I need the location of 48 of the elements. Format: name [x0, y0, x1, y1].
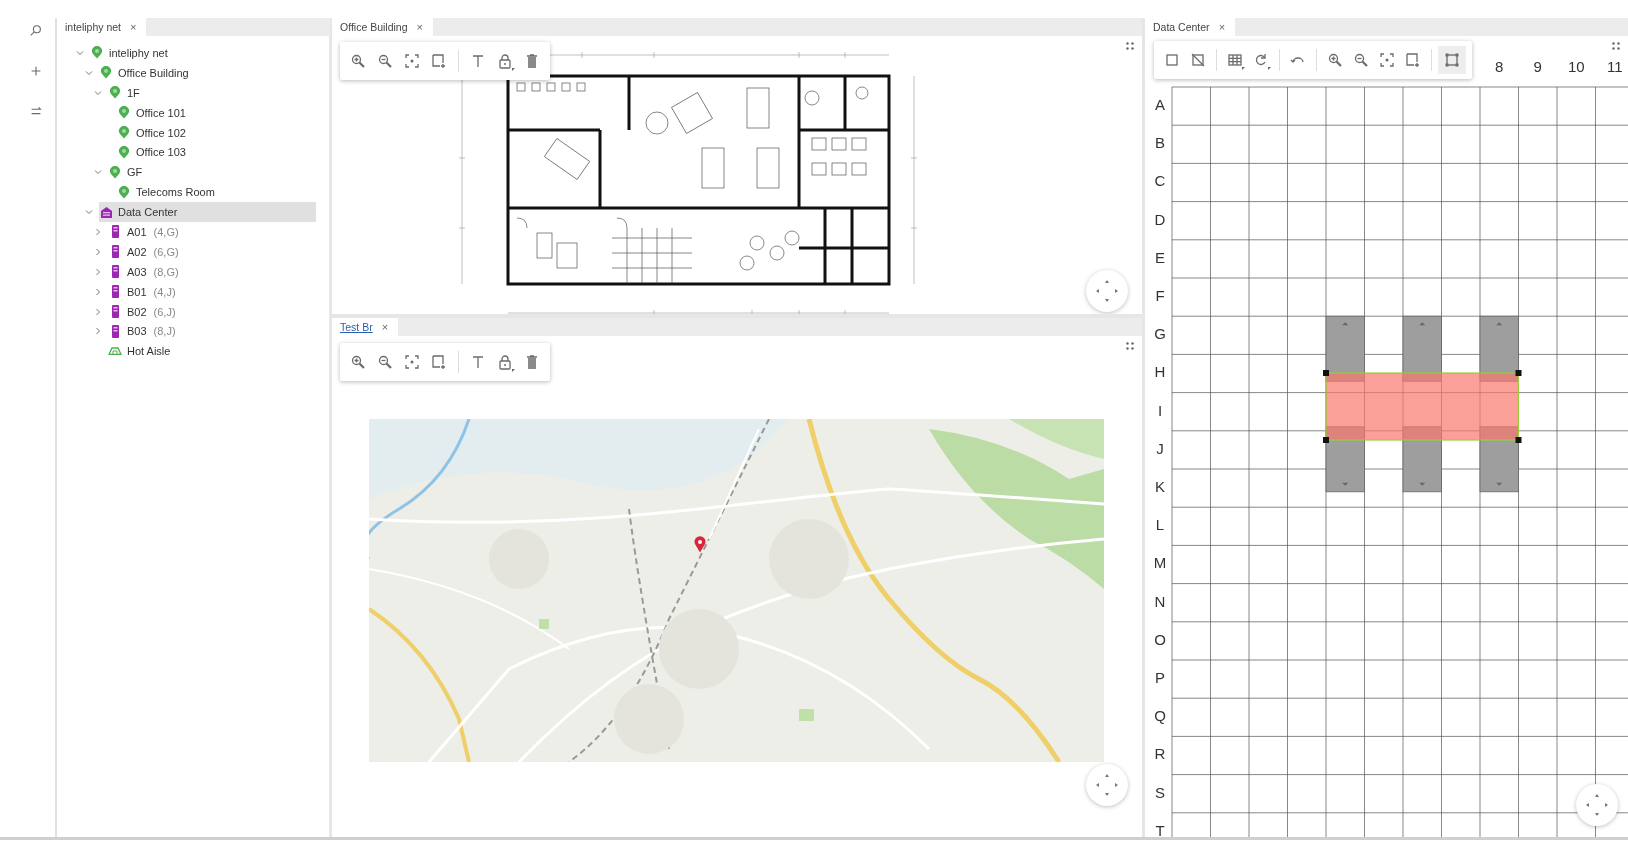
row-label: C	[1154, 172, 1166, 190]
tree-item[interactable]: inteliphy net	[90, 43, 316, 63]
tree-item[interactable]: B01 (4,J)	[108, 281, 316, 302]
row-label: J	[1156, 439, 1164, 457]
tree-item[interactable]: A01 (4,G)	[108, 222, 316, 242]
tree-item[interactable]: Office 101	[117, 102, 316, 123]
row-label: A	[1155, 96, 1165, 113]
close-tab-icon[interactable]: ×	[416, 21, 423, 33]
row-label: M	[1153, 554, 1167, 572]
row-label: F	[1155, 287, 1165, 304]
row-label: R	[1154, 745, 1166, 763]
tree-item[interactable]: Office 103	[117, 142, 316, 163]
row-label: L	[1155, 516, 1165, 534]
tab[interactable]: Office Building ×	[332, 18, 433, 36]
row-label: Q	[1154, 707, 1166, 725]
tree-item[interactable]: GF	[108, 162, 316, 183]
row-label: S	[1155, 783, 1165, 801]
column-label: 11	[1606, 58, 1623, 75]
close-tab-icon[interactable]: ×	[381, 321, 389, 333]
row-label: I	[1157, 401, 1163, 419]
column-label: 10	[1567, 58, 1585, 75]
tree-item[interactable]: A03 (8,G)	[108, 261, 316, 282]
row-label: E	[1155, 248, 1165, 266]
row-label: G	[1154, 325, 1166, 343]
tree-item[interactable]: Telecoms Room	[117, 182, 316, 203]
tab[interactable]: Data Center ×	[1145, 18, 1236, 36]
tree-item[interactable]: 1F	[108, 82, 316, 103]
row-label: B	[1155, 134, 1165, 152]
row-label: H	[1154, 363, 1166, 381]
close-tab-icon[interactable]: ×	[1218, 21, 1226, 33]
tree-item[interactable]: Hot Aisle	[108, 341, 316, 362]
close-tab-icon[interactable]: ×	[130, 21, 137, 33]
column-label: 8	[1495, 58, 1504, 75]
tree-item[interactable]: Office 102	[117, 122, 316, 143]
tree-item[interactable]: B02 (6,J)	[108, 301, 316, 322]
tab[interactable]: inteliphy net ×	[57, 18, 147, 36]
tree-item[interactable]: Office Building	[99, 62, 316, 83]
tree-item[interactable]: Data Center	[99, 202, 316, 222]
row-label: T	[1155, 821, 1165, 837]
row-label: D	[1154, 210, 1166, 228]
row-label: N	[1154, 592, 1166, 610]
tab[interactable]: Test Br ×	[332, 318, 399, 336]
column-label: 9	[1533, 58, 1542, 75]
row-label: P	[1155, 669, 1165, 686]
tree-item[interactable]: B03 (8,J)	[108, 321, 316, 342]
row-label: O	[1154, 630, 1166, 648]
tree-item[interactable]: A02 (6,G)	[108, 241, 316, 262]
row-label: K	[1155, 478, 1165, 495]
